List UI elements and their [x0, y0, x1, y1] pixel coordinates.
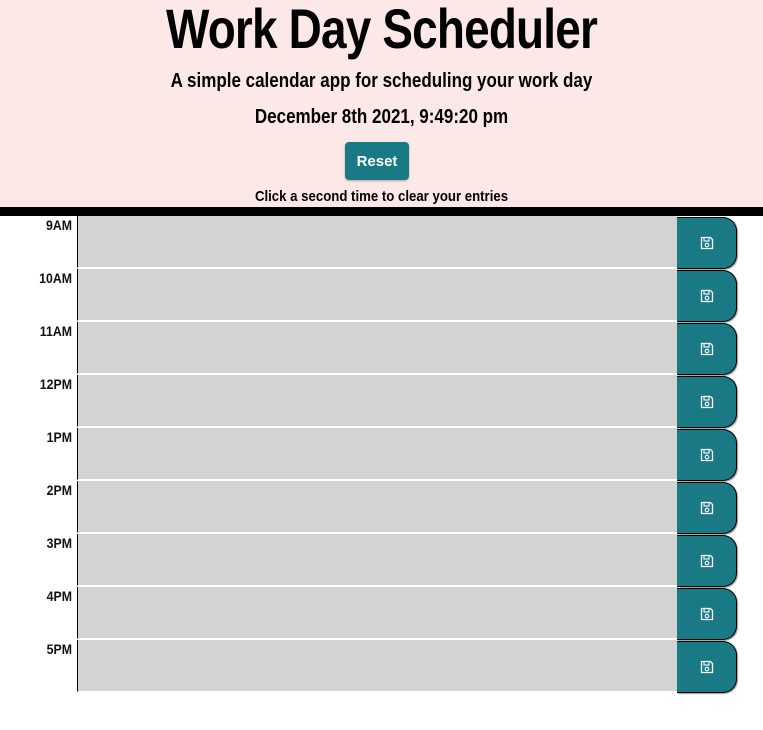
time-row-4pm: 4PM	[0, 587, 763, 640]
header-divider	[0, 207, 763, 216]
floppy-disk-icon	[700, 660, 713, 674]
floppy-disk-icon	[700, 448, 713, 462]
time-row-9am: 9AM	[0, 216, 763, 269]
entry-textarea-4pm[interactable]	[77, 587, 677, 639]
time-row-10am: 10AM	[0, 269, 763, 322]
floppy-disk-icon	[700, 395, 713, 409]
hour-label: 11AM	[39, 323, 72, 339]
hour-label: 3PM	[46, 535, 72, 551]
save-button-5pm[interactable]	[677, 641, 737, 693]
save-button-9am[interactable]	[677, 217, 737, 269]
reset-button[interactable]: Reset	[345, 142, 409, 180]
time-row-3pm: 3PM	[0, 534, 763, 587]
save-button-11am[interactable]	[677, 323, 737, 375]
entry-textarea-9am[interactable]	[77, 216, 677, 268]
entry-textarea-5pm[interactable]	[77, 640, 677, 692]
time-row-5pm: 5PM	[0, 640, 763, 693]
time-row-1pm: 1PM	[0, 428, 763, 481]
save-button-12pm[interactable]	[677, 376, 737, 428]
save-button-3pm[interactable]	[677, 535, 737, 587]
hour-label: 12PM	[39, 376, 72, 392]
entry-textarea-12pm[interactable]	[77, 375, 677, 427]
floppy-disk-icon	[700, 289, 713, 303]
floppy-disk-icon	[700, 501, 713, 515]
floppy-disk-icon	[700, 554, 713, 568]
current-datetime: December 8th 2021, 9:49:20 pm	[254, 106, 509, 128]
save-button-1pm[interactable]	[677, 429, 737, 481]
save-button-4pm[interactable]	[677, 588, 737, 640]
save-button-10am[interactable]	[677, 270, 737, 322]
page-title: Work Day Scheduler	[166, 0, 598, 60]
schedule: 9AM 10AM 11AM 12PM 1PM 2PM 3PM 4PM 5PM	[0, 216, 763, 693]
entry-textarea-10am[interactable]	[77, 269, 677, 321]
hour-label: 9AM	[45, 217, 72, 233]
header: Work Day Scheduler A simple calendar app…	[0, 0, 763, 207]
page-subtitle: A simple calendar app for scheduling you…	[170, 70, 593, 92]
floppy-disk-icon	[700, 607, 713, 621]
entry-textarea-3pm[interactable]	[77, 534, 677, 586]
hour-label: 5PM	[46, 641, 72, 657]
hour-label: 2PM	[46, 482, 72, 498]
hour-label: 10AM	[39, 270, 72, 286]
reset-hint: Click a second time to clear your entrie…	[254, 188, 509, 205]
time-row-12pm: 12PM	[0, 375, 763, 428]
floppy-disk-icon	[700, 342, 713, 356]
hour-label: 1PM	[46, 429, 72, 445]
entry-textarea-2pm[interactable]	[77, 481, 677, 533]
entry-textarea-1pm[interactable]	[77, 428, 677, 480]
hour-label: 4PM	[46, 588, 72, 604]
time-row-11am: 11AM	[0, 322, 763, 375]
time-row-2pm: 2PM	[0, 481, 763, 534]
save-button-2pm[interactable]	[677, 482, 737, 534]
floppy-disk-icon	[700, 236, 713, 250]
entry-textarea-11am[interactable]	[77, 322, 677, 374]
